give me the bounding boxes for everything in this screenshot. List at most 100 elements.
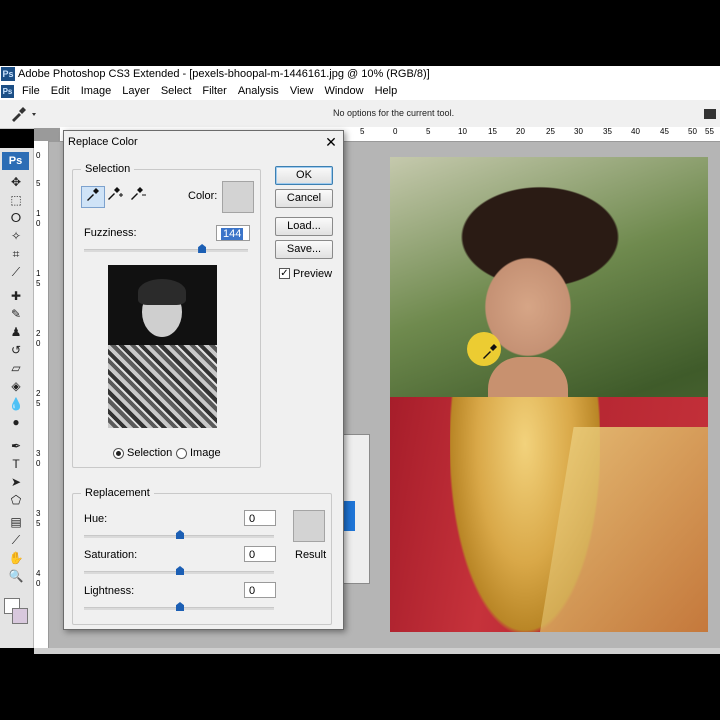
notes-tool-icon[interactable]: ▤ (7, 514, 25, 530)
path-selection-tool-icon[interactable]: ➤ (7, 474, 25, 490)
fuzziness-label: Fuzziness: (84, 227, 137, 239)
workspace-icon[interactable] (704, 109, 716, 119)
selection-color-swatch[interactable] (222, 181, 254, 213)
view-image-label: Image (190, 447, 221, 459)
menu-image[interactable]: Image (81, 85, 112, 97)
menu-layer[interactable]: Layer (122, 85, 150, 97)
lightness-input[interactable]: 0 (244, 582, 276, 598)
ruler-tick-label: 0 (36, 459, 41, 468)
ruler-tick-label: 2 (36, 389, 41, 398)
hue-label: Hue: (84, 513, 108, 525)
ruler-tick-label: 3 (36, 509, 41, 518)
eyedropper-tool-icon[interactable]: ⟋ (7, 532, 25, 548)
hand-tool-icon[interactable]: ✋ (7, 550, 25, 566)
ruler-tick-label: 25 (546, 127, 555, 136)
toolbox-logo[interactable]: Ps (2, 152, 29, 170)
ruler-tick-label: 1 (36, 269, 41, 278)
load-button[interactable]: Load... (275, 217, 333, 236)
ruler-tick-label: 0 (36, 579, 41, 588)
toolbox: Ps ✥ ⬚ ⵔ ✧ ⌗ ⟋ ✚ ✎ ♟ ↺ ▱ ◈ 💧 ● ✒ T ➤ ⬠ ▤… (0, 148, 34, 648)
save-button[interactable]: Save... (275, 240, 333, 259)
menu-analysis[interactable]: Analysis (238, 85, 279, 97)
replacement-legend: Replacement (85, 487, 150, 499)
ruler-tick-label: 55 (705, 127, 714, 136)
ruler-tick-label: 15 (488, 127, 497, 136)
hue-input[interactable]: 0 (244, 510, 276, 526)
menu-view[interactable]: View (290, 85, 314, 97)
preview-checkbox[interactable]: ✓ (279, 268, 290, 279)
ruler-tick-label: 2 (36, 329, 41, 338)
shape-tool-icon[interactable]: ⬠ (7, 492, 25, 508)
menu-filter[interactable]: Filter (202, 85, 226, 97)
tool-preset-picker[interactable] (8, 105, 40, 123)
close-icon[interactable]: ✕ (322, 133, 340, 151)
menu-bar: Ps File Edit Image Layer Select Filter A… (0, 84, 720, 100)
saturation-input[interactable]: 0 (244, 546, 276, 562)
ruler-tick-label: 5 (36, 279, 41, 288)
cancel-button[interactable]: Cancel (275, 189, 333, 208)
move-tool-icon[interactable]: ✥ (7, 174, 25, 190)
options-message: No options for the current tool. (333, 108, 455, 118)
add-to-sample-icon[interactable] (104, 186, 126, 206)
menu-select[interactable]: Select (161, 85, 192, 97)
brush-tool-icon[interactable]: ✎ (7, 306, 25, 322)
ruler-tick-label: 35 (603, 127, 612, 136)
background-panel[interactable] (340, 434, 370, 584)
ruler-tick-label: 10 (458, 127, 467, 136)
eyedropper-cursor-icon (482, 343, 498, 364)
title-bar: Ps Adobe Photoshop CS3 Extended - [pexel… (0, 66, 720, 84)
ruler-tick-label: 1 (36, 209, 41, 218)
ruler-tick-label: 50 (688, 127, 697, 136)
options-bar: No options for the current tool. (0, 100, 720, 129)
ruler-tick-label: 3 (36, 449, 41, 458)
ruler-tick-label: 5 (36, 399, 41, 408)
menu-edit[interactable]: Edit (51, 85, 70, 97)
dodge-tool-icon[interactable]: ● (7, 414, 25, 430)
magic-wand-tool-icon[interactable]: ✧ (7, 228, 25, 244)
menu-help[interactable]: Help (375, 85, 398, 97)
history-brush-tool-icon[interactable]: ↺ (7, 342, 25, 358)
ruler-tick-label: 30 (574, 127, 583, 136)
eyedropper-icon (12, 107, 36, 122)
background-color-swatch[interactable] (12, 608, 28, 624)
selection-preview-image (108, 265, 217, 428)
slice-tool-icon[interactable]: ⟋ (7, 264, 25, 280)
result-color-swatch[interactable] (293, 510, 325, 542)
eraser-tool-icon[interactable]: ▱ (7, 360, 25, 376)
marquee-tool-icon[interactable]: ⬚ (7, 192, 25, 208)
view-selection-label: Selection (127, 447, 173, 459)
eyedropper-tool-icon[interactable] (81, 186, 105, 208)
blur-tool-icon[interactable]: 💧 (7, 396, 25, 412)
lasso-tool-icon[interactable]: ⵔ (7, 210, 25, 226)
type-tool-icon[interactable]: T (7, 456, 25, 472)
selection-legend: Selection (85, 163, 131, 175)
ruler-tick-label: 0 (36, 151, 41, 160)
clone-stamp-tool-icon[interactable]: ♟ (7, 324, 25, 340)
lightness-label: Lightness: (84, 585, 135, 597)
document-image[interactable] (390, 157, 708, 632)
crop-tool-icon[interactable]: ⌗ (7, 246, 25, 262)
menu-file[interactable]: File (22, 85, 40, 97)
photoshop-menu-icon[interactable]: Ps (1, 85, 14, 98)
paint-bucket-tool-icon[interactable]: ◈ (7, 378, 25, 394)
ruler-tick-label: 5 (426, 127, 431, 136)
ok-button[interactable]: OK (275, 166, 333, 185)
fuzziness-slider-track[interactable] (84, 249, 248, 252)
fuzziness-input[interactable]: 144 (216, 225, 250, 241)
dialog-title: Replace Color (68, 136, 138, 148)
view-selection-radio[interactable] (113, 448, 124, 459)
status-bar (34, 648, 720, 654)
ruler-tick-label: 20 (516, 127, 525, 136)
replace-color-dialog: Replace Color ✕ Selection Color: Fuzzine… (63, 130, 344, 630)
ruler-tick-label: 0 (36, 219, 41, 228)
menu-window[interactable]: Window (324, 85, 363, 97)
zoom-tool-icon[interactable]: 🔍 (7, 568, 25, 584)
subtract-from-sample-icon[interactable] (127, 186, 149, 206)
ruler-tick-label: 5 (36, 179, 41, 188)
preview-body-area (108, 345, 217, 428)
healing-brush-tool-icon[interactable]: ✚ (7, 288, 25, 304)
ruler-tick-label: 4 (36, 569, 41, 578)
ruler-tick-label: 45 (660, 127, 669, 136)
pen-tool-icon[interactable]: ✒ (7, 438, 25, 454)
view-image-radio[interactable] (176, 448, 187, 459)
